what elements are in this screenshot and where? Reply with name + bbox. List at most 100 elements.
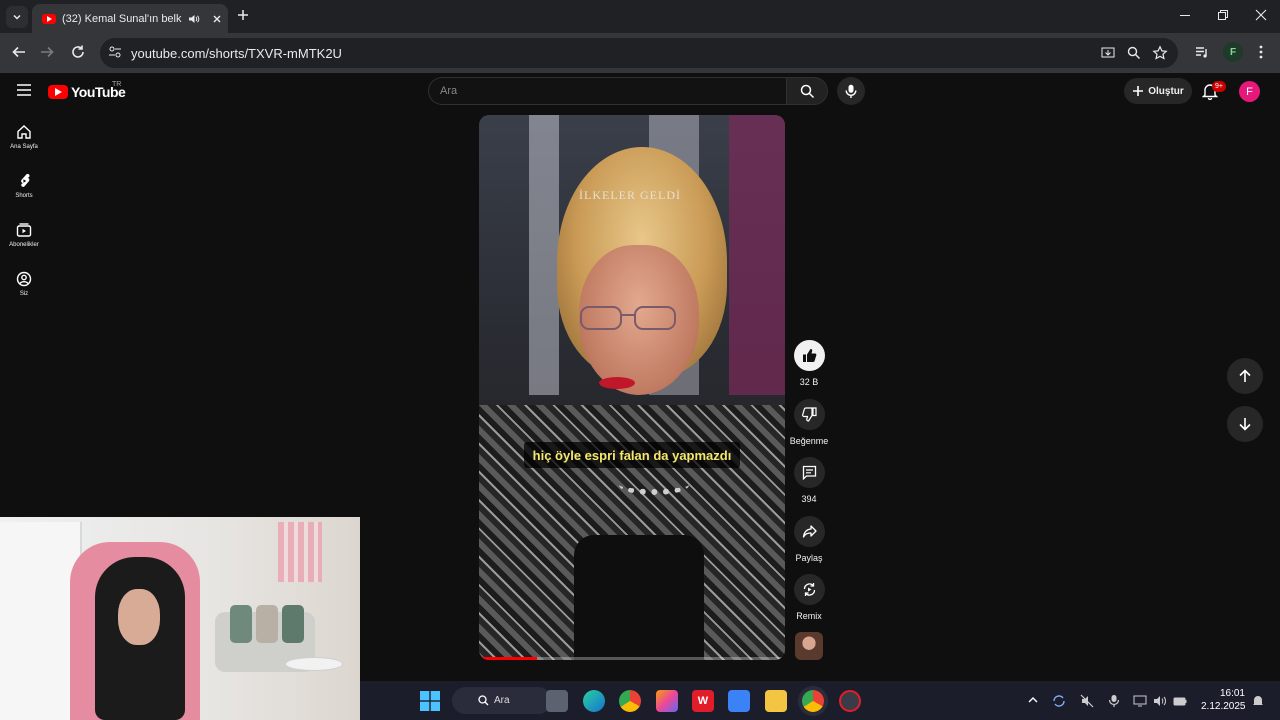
microphone-icon[interactable] (1108, 694, 1120, 708)
new-tab-icon[interactable] (236, 8, 250, 22)
comments-button[interactable]: 394 (787, 457, 831, 504)
close-tab-icon[interactable] (212, 14, 222, 24)
studio-background (529, 115, 559, 395)
dislike-button-circle (793, 399, 825, 430)
remix-button[interactable]: Remix (787, 574, 831, 621)
youtube-logo[interactable]: YouTube TR (48, 81, 126, 100)
youtube-play-logo-icon (48, 85, 68, 99)
notification-badge: 9+ (1212, 81, 1226, 92)
bookmark-star-icon[interactable] (1152, 45, 1168, 61)
webcam-pillow (230, 605, 252, 643)
tray-chevron-up-icon[interactable] (1027, 694, 1039, 706)
shorts-video-player[interactable]: İLKELER GELDİ hiç öyle espri falan da ya… (479, 115, 785, 660)
volume-icon[interactable] (1153, 694, 1167, 708)
chevron-down-icon (13, 14, 21, 20)
video-progress-fill (479, 657, 538, 660)
video-subject-lips (599, 377, 635, 389)
taskbar-clock[interactable]: 16:01 2.12.2025 (1201, 687, 1246, 713)
like-count: 32 B (799, 377, 819, 387)
display-icon[interactable] (1133, 694, 1147, 708)
microsoft-store-icon[interactable] (728, 690, 750, 712)
home-icon (17, 125, 31, 139)
search-input[interactable]: Ara (428, 77, 786, 105)
remix-button-circle (793, 574, 825, 605)
share-button[interactable]: Paylaş (787, 516, 831, 563)
tab-search-button[interactable] (6, 6, 28, 28)
browser-tab[interactable]: (32) Kemal Sunal'ın belki de (32, 4, 228, 33)
webcam-streamer-face (118, 589, 160, 645)
comments-button-circle (793, 457, 825, 488)
more-menu-icon[interactable] (1253, 44, 1269, 60)
browser-profile-avatar[interactable]: F (1223, 42, 1243, 62)
taskbar-search[interactable]: Ara (452, 687, 552, 714)
minimize-icon[interactable] (1178, 8, 1192, 22)
sidebar-item-shorts[interactable]: Shorts (0, 173, 48, 199)
chrome-profile-icon[interactable] (802, 690, 824, 712)
chrome-icon[interactable] (619, 690, 641, 712)
webcam-pillow (282, 605, 304, 643)
start-button[interactable] (419, 690, 441, 712)
country-code: TR (112, 81, 122, 88)
video-progress-bar[interactable] (479, 657, 785, 660)
create-button[interactable]: Oluştur (1124, 78, 1192, 104)
share-button-circle (793, 516, 825, 547)
comment-icon (802, 465, 816, 480)
video-subject-top (574, 535, 704, 660)
video-caption: hiç öyle espri falan da yapmazdı (524, 442, 740, 468)
sidebar-item-label: Shorts (15, 193, 33, 199)
forward-arrow-icon[interactable] (39, 44, 55, 60)
webcam-side-table (285, 657, 343, 671)
sidebar-item-label: Ana Sayfa (10, 144, 38, 150)
search-icon (478, 695, 489, 706)
tab-title: (32) Kemal Sunal'ın belki de (62, 12, 182, 25)
dislike-label: Beğenme (789, 436, 829, 446)
site-info-icon[interactable] (108, 45, 122, 59)
thumbs-up-icon (802, 349, 816, 362)
address-bar[interactable]: youtube.com/shorts/TXVR-mMTK2U (100, 38, 1178, 68)
search-button[interactable] (786, 77, 828, 105)
zoom-icon[interactable] (1126, 45, 1142, 61)
close-window-icon[interactable] (1254, 8, 1268, 22)
dislike-button[interactable]: Beğenme (787, 399, 831, 446)
sidebar-item-you[interactable]: Siz (0, 271, 48, 297)
obs-recording-icon[interactable] (839, 690, 861, 712)
back-arrow-icon[interactable] (11, 44, 27, 60)
file-explorer-icon[interactable] (765, 690, 787, 712)
remix-label: Remix (796, 611, 822, 621)
muted-icon[interactable] (1080, 694, 1094, 708)
account-avatar[interactable]: F (1239, 81, 1260, 102)
edge-browser-icon[interactable] (583, 690, 605, 712)
youtube-header: YouTube TR Ara Oluştur 9+ F (0, 73, 1280, 109)
search-icon (800, 84, 814, 98)
url-text: youtube.com/shorts/TXVR-mMTK2U (131, 46, 342, 61)
voice-search-button[interactable] (837, 77, 865, 105)
copilot-icon[interactable] (656, 690, 678, 712)
sound-source-thumbnail[interactable] (795, 632, 823, 660)
windows-taskbar: Ara W 16:01 2.12.2025 (360, 681, 1280, 720)
taskbar-search-label: Ara (494, 695, 510, 706)
next-video-button[interactable] (1227, 406, 1263, 442)
speaker-icon[interactable] (188, 13, 200, 25)
sidebar-item-home[interactable]: Ana Sayfa (0, 124, 48, 150)
studio-background (729, 115, 785, 395)
reload-icon[interactable] (70, 44, 86, 60)
app-w-icon[interactable]: W (692, 690, 714, 712)
notifications-icon[interactable] (1251, 694, 1265, 708)
battery-icon[interactable] (1173, 694, 1187, 708)
microphone-icon (845, 84, 857, 98)
task-view-icon[interactable] (546, 690, 568, 712)
sync-icon[interactable] (1052, 694, 1066, 708)
search-placeholder: Ara (440, 85, 458, 97)
webcam-overlay (0, 517, 360, 720)
restore-icon[interactable] (1216, 8, 1230, 22)
subscriptions-icon (16, 223, 32, 237)
install-app-icon[interactable] (1100, 45, 1116, 61)
like-button[interactable]: 32 B (787, 340, 831, 387)
glasses-graphic (580, 306, 676, 330)
previous-video-button[interactable] (1227, 358, 1263, 394)
sidebar-item-label: Siz (19, 291, 29, 297)
sidebar-item-subscriptions[interactable]: Abonelikler (0, 222, 48, 248)
share-arrow-icon (802, 525, 817, 538)
menu-icon[interactable] (17, 84, 31, 96)
media-controls-icon[interactable] (1194, 44, 1210, 60)
